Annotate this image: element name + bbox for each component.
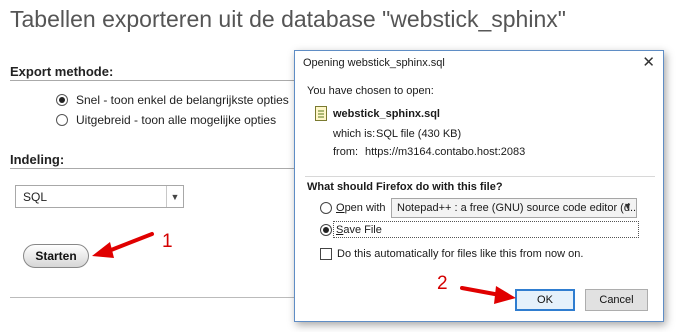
chevron-down-icon[interactable]: ▼ bbox=[623, 201, 632, 211]
chevron-down-icon[interactable]: ▼ bbox=[166, 186, 183, 207]
step-number-2: 2 bbox=[437, 273, 448, 294]
radio-custom-indicator[interactable] bbox=[56, 114, 68, 126]
file-name: webstick_sphinx.sql bbox=[333, 108, 440, 120]
open-with-app-select[interactable]: Notepad++ : a free (GNU) source code edi… bbox=[391, 198, 637, 218]
format-select[interactable]: SQL ▼ bbox=[15, 185, 184, 208]
cancel-button[interactable]: Cancel bbox=[585, 289, 648, 311]
radio-quick-indicator[interactable] bbox=[56, 94, 68, 106]
radio-quick[interactable]: Snel - toon enkel de belangrijkste optie… bbox=[56, 93, 289, 107]
auto-checkbox[interactable] bbox=[320, 248, 332, 260]
open-with-label[interactable]: Open with bbox=[336, 202, 386, 214]
close-icon[interactable]: ✕ bbox=[642, 53, 655, 71]
radio-quick-label: Snel - toon enkel de belangrijkste optie… bbox=[76, 93, 289, 107]
which-is-value: SQL file (430 KB) bbox=[376, 128, 462, 140]
radio-save-file[interactable] bbox=[320, 224, 332, 236]
divider bbox=[10, 297, 295, 298]
from-label: from: bbox=[333, 146, 359, 158]
dialog-title: Opening webstick_sphinx.sql bbox=[303, 57, 445, 69]
chosen-text: You have chosen to open: bbox=[307, 85, 434, 97]
question-text: What should Firefox do with this file? bbox=[307, 181, 503, 193]
red-arrow-annotation bbox=[460, 286, 516, 304]
ok-button[interactable]: OK bbox=[515, 289, 575, 311]
export-method-heading: Export methode: bbox=[10, 64, 114, 79]
auto-label[interactable]: Do this automatically for files like thi… bbox=[337, 248, 583, 260]
radio-custom-label: Uitgebreid - toon alle mogelijke opties bbox=[76, 113, 277, 127]
step-number-1: 1 bbox=[162, 231, 173, 252]
which-is-label: which is: bbox=[333, 128, 376, 140]
open-with-app-value: Notepad++ : a free (GNU) source code edi… bbox=[397, 202, 637, 214]
radio-custom[interactable]: Uitgebreid - toon alle mogelijke opties bbox=[56, 113, 276, 127]
page-title: Tabellen exporteren uit de database "web… bbox=[10, 6, 566, 32]
start-button[interactable]: Starten bbox=[23, 244, 89, 268]
format-heading: Indeling: bbox=[10, 152, 65, 167]
radio-open-with[interactable] bbox=[320, 202, 332, 214]
divider bbox=[305, 176, 655, 177]
file-icon bbox=[315, 106, 327, 121]
divider bbox=[10, 168, 295, 169]
format-select-value: SQL bbox=[23, 189, 48, 204]
divider bbox=[10, 80, 295, 81]
red-arrow-annotation bbox=[92, 232, 154, 258]
save-file-label[interactable]: Save File bbox=[336, 224, 382, 236]
from-value: https://m3164.contabo.host:2083 bbox=[365, 146, 526, 158]
